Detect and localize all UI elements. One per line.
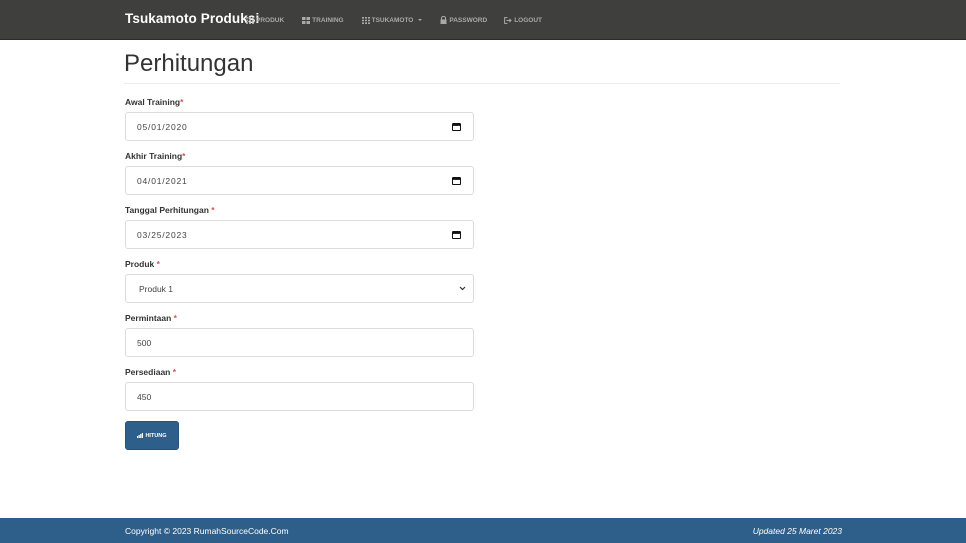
required-marker: * [172,367,177,377]
caret-down-icon [418,19,423,21]
input-value: 500 [137,337,152,348]
awal-training-label: Awal Training* [125,97,184,107]
required-marker: * [173,313,177,323]
tanggal-perhitungan-date-input[interactable]: 03/25/2023 [125,220,474,249]
nav-item-label: TSUKAMOTO [371,16,414,24]
footer: Copyright © 2023 RumahSourceCode.Com Upd… [0,518,966,543]
calendar-icon[interactable] [452,230,461,239]
calendar-icon[interactable] [452,176,461,185]
grid-icon [361,16,370,24]
date-value: 04/01/2021 [137,175,188,186]
date-value: 05/01/2020 [137,121,188,132]
persediaan-input[interactable]: 450 [125,382,474,411]
date-value: 03/25/2023 [137,229,188,240]
nav-item-logout[interactable]: LOGOUT [504,17,542,24]
nav-item-produk[interactable]: PRODUK [246,16,285,24]
select-value: Produk 1 [139,283,174,294]
produk-select[interactable]: Produk 1 [125,274,474,303]
grid-icon [246,16,254,24]
permintaan-label: Permintaan * [125,313,177,323]
footer-updated: Updated 25 Maret 2023 [752,526,842,536]
title-divider [124,83,840,84]
chevron-down-icon [459,286,466,291]
nav-item-password[interactable]: PASSWORD [440,16,487,24]
navbar: Tsukamoto Produksi PRODUK TRAINING TSUKA… [0,0,966,40]
nav-item-label: LOGOUT [514,16,542,24]
tanggal-perhitungan-label: Tanggal Perhitungan * [125,205,215,215]
nav-menu: PRODUK TRAINING TSUKAMOTO PASSWORD LOGOU… [246,0,542,40]
nav-item-label: TRAINING [312,16,344,24]
akhir-training-label: Akhir Training* [125,151,186,161]
nav-item-training[interactable]: TRAINING [302,16,344,24]
input-value: 450 [137,391,152,402]
hitung-button-label: HITUNG [145,432,167,439]
required-marker: * [180,97,184,107]
nav-item-tsukamoto[interactable]: TSUKAMOTO [361,16,423,24]
page-title: Perhitungan [124,50,254,77]
akhir-training-date-input[interactable]: 04/01/2021 [125,166,474,195]
permintaan-input[interactable]: 500 [125,328,474,357]
persediaan-label: Persediaan * [125,367,177,377]
bar-chart-icon [137,433,144,438]
hitung-button[interactable]: HITUNG [125,421,179,450]
required-marker: * [182,151,186,161]
calendar-icon[interactable] [452,122,461,131]
navbar-brand[interactable]: Tsukamoto Produksi [125,11,259,26]
table-icon [302,16,311,24]
lock-icon [440,16,447,24]
required-marker: * [156,259,160,269]
nav-item-label: PASSWORD [449,16,488,24]
awal-training-date-input[interactable]: 05/01/2020 [125,112,474,141]
produk-label: Produk * [125,259,160,269]
logout-icon [504,16,512,24]
footer-copyright: Copyright © 2023 RumahSourceCode.Com [125,526,289,536]
required-marker: * [211,205,215,215]
nav-item-label: PRODUK [256,16,285,24]
